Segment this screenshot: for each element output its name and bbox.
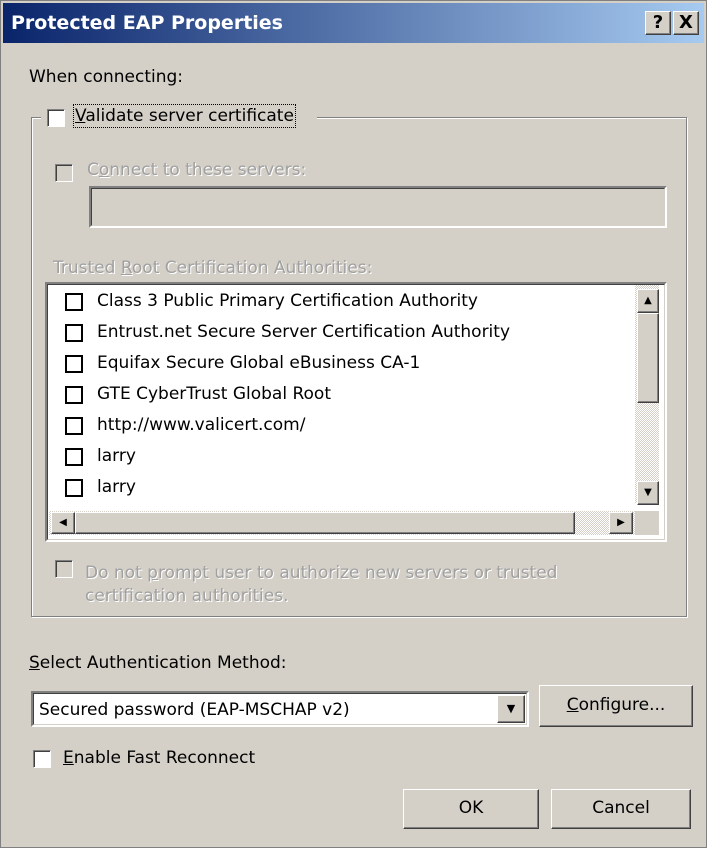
- peap-properties-dialog: Protected EAP Properties ? X When connec…: [0, 0, 707, 848]
- validate-checkbox[interactable]: [47, 109, 65, 127]
- window-title: Protected EAP Properties: [11, 12, 283, 34]
- fast-reconnect-checkbox[interactable]: [33, 750, 51, 768]
- do-not-prompt-label-line2: certification authorities.: [85, 586, 289, 606]
- scroll-left-icon[interactable]: ◀: [51, 512, 75, 534]
- ca-item-label: larry: [97, 477, 136, 497]
- ca-item-checkbox[interactable]: [65, 386, 83, 404]
- ca-item-checkbox[interactable]: [65, 417, 83, 435]
- ca-listbox[interactable]: Class 3 Public Primary Certification Aut…: [45, 282, 667, 542]
- validate-label[interactable]: Validate server certificate: [73, 104, 296, 128]
- scrollbar-corner: [635, 511, 659, 535]
- ca-item-checkbox[interactable]: [65, 479, 83, 497]
- ca-item-label: Entrust.net Secure Server Certification …: [97, 322, 511, 342]
- title-bar[interactable]: Protected EAP Properties ? X: [3, 3, 704, 43]
- when-connecting-label: When connecting:: [29, 67, 184, 87]
- ca-item-checkbox[interactable]: [65, 448, 83, 466]
- ca-item-label: Class 3 Public Primary Certification Aut…: [97, 291, 478, 311]
- ca-item-label: http://www.valicert.com/: [97, 415, 306, 435]
- cancel-button[interactable]: Cancel: [551, 789, 691, 829]
- ca-item-label: GTE CyberTrust Global Root: [97, 384, 331, 404]
- scroll-up-icon[interactable]: ▲: [637, 289, 659, 313]
- ca-item-label: Equifax Secure Global eBusiness CA-1: [97, 353, 421, 373]
- ca-item-checkbox[interactable]: [65, 355, 83, 373]
- ok-button[interactable]: OK: [403, 789, 539, 829]
- do-not-prompt-checkbox[interactable]: [55, 560, 73, 578]
- connect-servers-checkbox[interactable]: [55, 164, 73, 182]
- vertical-scrollbar-thumb[interactable]: [637, 313, 659, 403]
- scroll-down-icon[interactable]: ▼: [637, 481, 659, 505]
- ca-item-checkbox[interactable]: [65, 324, 83, 342]
- scroll-right-icon[interactable]: ▶: [609, 512, 633, 534]
- chevron-down-icon[interactable]: ▼: [497, 695, 525, 723]
- horizontal-scrollbar-thumb[interactable]: [75, 512, 575, 534]
- auth-method-label: Select Authentication Method:: [29, 653, 287, 673]
- validate-caption: Validate server certificate: [41, 104, 317, 130]
- fast-reconnect-label[interactable]: Enable Fast Reconnect: [63, 748, 255, 768]
- close-button[interactable]: X: [673, 11, 699, 35]
- ca-item-checkbox[interactable]: [65, 293, 83, 311]
- auth-method-value: Secured password (EAP-MSCHAP v2): [39, 700, 350, 720]
- trusted-root-label: Trusted Root Certification Authorities:: [53, 258, 373, 278]
- help-button[interactable]: ?: [645, 11, 671, 35]
- do-not-prompt-label: Do not prompt user to authorize new serv…: [85, 563, 558, 583]
- connect-servers-label: Connect to these servers:: [87, 160, 307, 180]
- ca-item-label: larry: [97, 446, 136, 466]
- configure-button[interactable]: Configure...: [539, 685, 693, 727]
- servers-input[interactable]: [89, 186, 667, 228]
- auth-method-select[interactable]: Secured password (EAP-MSCHAP v2) ▼: [31, 691, 529, 727]
